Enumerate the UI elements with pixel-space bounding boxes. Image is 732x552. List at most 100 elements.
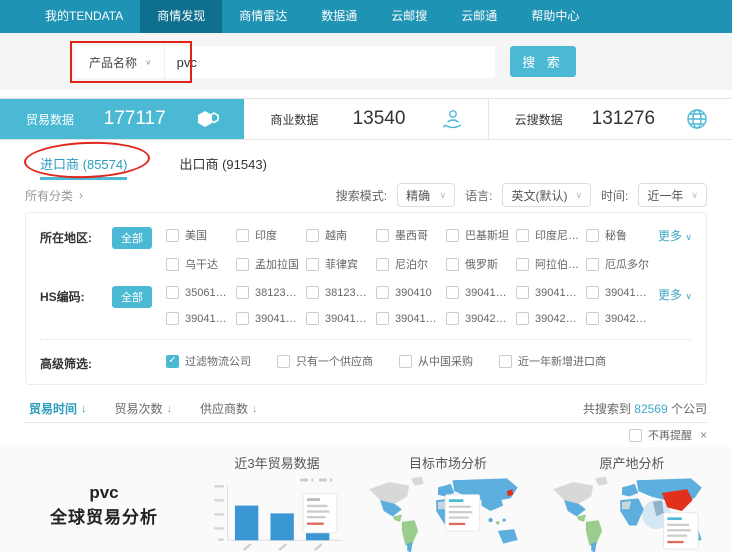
checkbox-icon[interactable]	[376, 312, 389, 325]
region-option[interactable]: 印度	[236, 227, 302, 243]
stat-business-data[interactable]: 商业数据 13540	[244, 99, 488, 139]
region-more-link[interactable]: 更多 ∨	[658, 227, 692, 244]
checkbox-icon[interactable]	[516, 258, 529, 271]
hs-code-option[interactable]: 39042220	[586, 312, 652, 325]
search-button[interactable]: 搜 索	[510, 46, 576, 77]
language-select[interactable]: 英文(默认) ∨	[502, 183, 591, 207]
checkbox-icon[interactable]	[446, 286, 459, 299]
checkbox-icon[interactable]	[376, 229, 389, 242]
checkbox-icon[interactable]	[446, 312, 459, 325]
sort-by-supplier-count[interactable]: 供应商数 ↓	[196, 400, 282, 417]
checkbox-icon[interactable]	[236, 286, 249, 299]
chevron-down-icon: ∨	[440, 190, 447, 201]
nav-item-business-radar[interactable]: 商情雷达	[222, 0, 304, 33]
checkbox-icon[interactable]	[516, 312, 529, 325]
checkbox-icon[interactable]	[166, 258, 179, 271]
checkbox-icon[interactable]	[586, 229, 599, 242]
time-range-select[interactable]: 近一年 ∨	[638, 183, 707, 207]
region-option[interactable]: 乌干达	[166, 256, 232, 272]
stat-label: 商业数据	[270, 111, 318, 128]
hs-code-options: 35061000 38123900 38123990 390410 390410…	[166, 286, 652, 325]
hs-code-option[interactable]: 35061000	[166, 286, 232, 299]
checkbox-icon[interactable]	[516, 229, 529, 242]
region-option[interactable]: 印度尼西亚	[516, 227, 582, 243]
checkbox-icon[interactable]	[277, 355, 290, 368]
dont-remind-checkbox[interactable]	[629, 429, 642, 442]
region-option[interactable]: 尼泊尔	[376, 256, 442, 272]
hs-code-option[interactable]: 39041020	[166, 312, 232, 325]
checkbox-icon[interactable]	[236, 258, 249, 271]
checkbox-icon[interactable]	[166, 286, 179, 299]
trade-analysis-banner[interactable]: pvc 全球贸易分析 近3年贸易数据	[0, 447, 732, 552]
banner-subtitle: 全球贸易分析	[50, 503, 158, 528]
checkbox-icon[interactable]	[446, 229, 459, 242]
region-option[interactable]: 菲律宾	[306, 256, 372, 272]
advanced-option-new-importers[interactable]: 近一年新增进口商	[499, 353, 606, 369]
region-option[interactable]: 阿拉伯联合...	[516, 256, 582, 272]
sort-by-trade-time[interactable]: 贸易时间 ↓	[25, 400, 111, 417]
checkbox-icon[interactable]	[586, 258, 599, 271]
hs-code-option[interactable]: 39042200	[446, 312, 512, 325]
nav-item-data-link[interactable]: 数据通	[304, 0, 374, 33]
region-option[interactable]: 巴基斯坦	[446, 227, 512, 243]
hs-code-option[interactable]: 39041003	[516, 286, 582, 299]
close-icon[interactable]: ×	[700, 428, 707, 442]
region-option[interactable]: 厄瓜多尔	[586, 256, 652, 272]
checkbox-icon[interactable]	[499, 355, 512, 368]
checkbox-icon[interactable]	[306, 286, 319, 299]
advanced-option-single-supplier[interactable]: 只有一个供应商	[277, 353, 373, 369]
region-option[interactable]: 越南	[306, 227, 372, 243]
advanced-option-buy-from-china[interactable]: 从中国采购	[399, 353, 473, 369]
tab-exporters[interactable]: 出口商 (91543)	[179, 154, 266, 180]
advanced-option-filter-logistics[interactable]: ✓ 过滤物流公司	[166, 353, 251, 369]
checkbox-icon[interactable]	[376, 258, 389, 271]
nav-item-business-discovery[interactable]: 商情发现	[140, 0, 222, 33]
checkbox-checked-icon[interactable]: ✓	[166, 355, 179, 368]
search-field-dropdown[interactable]: 产品名称 ∨	[75, 46, 165, 78]
molecule-icon	[195, 106, 221, 132]
all-categories-link[interactable]: 所有分类 ›	[25, 187, 83, 204]
region-option[interactable]: 孟加拉国	[236, 256, 302, 272]
checkbox-icon[interactable]	[306, 258, 319, 271]
nav-item-cloud-mail[interactable]: 云邮通	[444, 0, 514, 33]
checkbox-icon[interactable]	[306, 229, 319, 242]
region-option[interactable]: 美国	[166, 227, 232, 243]
tab-label: 进口商	[40, 157, 79, 172]
region-option[interactable]: 墨西哥	[376, 227, 442, 243]
stat-cloud-search-data[interactable]: 云搜数据 131276	[489, 99, 732, 139]
hs-code-all-button[interactable]: 全部	[112, 286, 152, 308]
hs-code-option[interactable]: 39041010	[586, 286, 652, 299]
tab-importers[interactable]: 进口商 (85574)	[40, 154, 127, 180]
nav-item-help-center[interactable]: 帮助中心	[514, 0, 596, 33]
checkbox-icon[interactable]	[376, 286, 389, 299]
checkbox-icon[interactable]	[236, 312, 249, 325]
checkbox-icon[interactable]	[586, 286, 599, 299]
region-options: 美国 印度 越南 墨西哥 巴基斯坦 印度尼西亚 秘鲁 乌干达 孟加拉国 菲律宾 …	[166, 227, 652, 272]
checkbox-icon[interactable]	[306, 312, 319, 325]
checkbox-icon[interactable]	[236, 229, 249, 242]
hs-code-option[interactable]: 39042201	[516, 312, 582, 325]
nav-item-cloud-mail-search[interactable]: 云邮搜	[374, 0, 444, 33]
hs-code-option[interactable]: 390410	[376, 286, 442, 299]
checkbox-icon[interactable]	[516, 286, 529, 299]
hs-code-option[interactable]: 39041000	[446, 286, 512, 299]
hs-code-more-link[interactable]: 更多 ∨	[658, 286, 692, 303]
search-mode-select[interactable]: 精确 ∨	[397, 183, 455, 207]
search-input[interactable]	[165, 46, 495, 78]
sort-by-trade-count[interactable]: 贸易次数 ↓	[111, 400, 197, 417]
region-all-button[interactable]: 全部	[112, 227, 152, 249]
checkbox-icon[interactable]	[399, 355, 412, 368]
region-option[interactable]: 俄罗斯	[446, 256, 512, 272]
hs-code-option[interactable]: 39041090	[236, 312, 302, 325]
checkbox-icon[interactable]	[586, 312, 599, 325]
hs-code-option[interactable]: 38123900	[236, 286, 302, 299]
checkbox-icon[interactable]	[166, 229, 179, 242]
hs-code-option[interactable]: 39041092	[306, 312, 372, 325]
nav-item-my-tendata[interactable]: 我的TENDATA	[28, 0, 140, 33]
hs-code-option[interactable]: 39041099	[376, 312, 442, 325]
region-option[interactable]: 秘鲁	[586, 227, 652, 243]
hs-code-option[interactable]: 38123990	[306, 286, 372, 299]
checkbox-icon[interactable]	[446, 258, 459, 271]
checkbox-icon[interactable]	[166, 312, 179, 325]
stat-trade-data[interactable]: 贸易数据 177117	[0, 99, 244, 139]
